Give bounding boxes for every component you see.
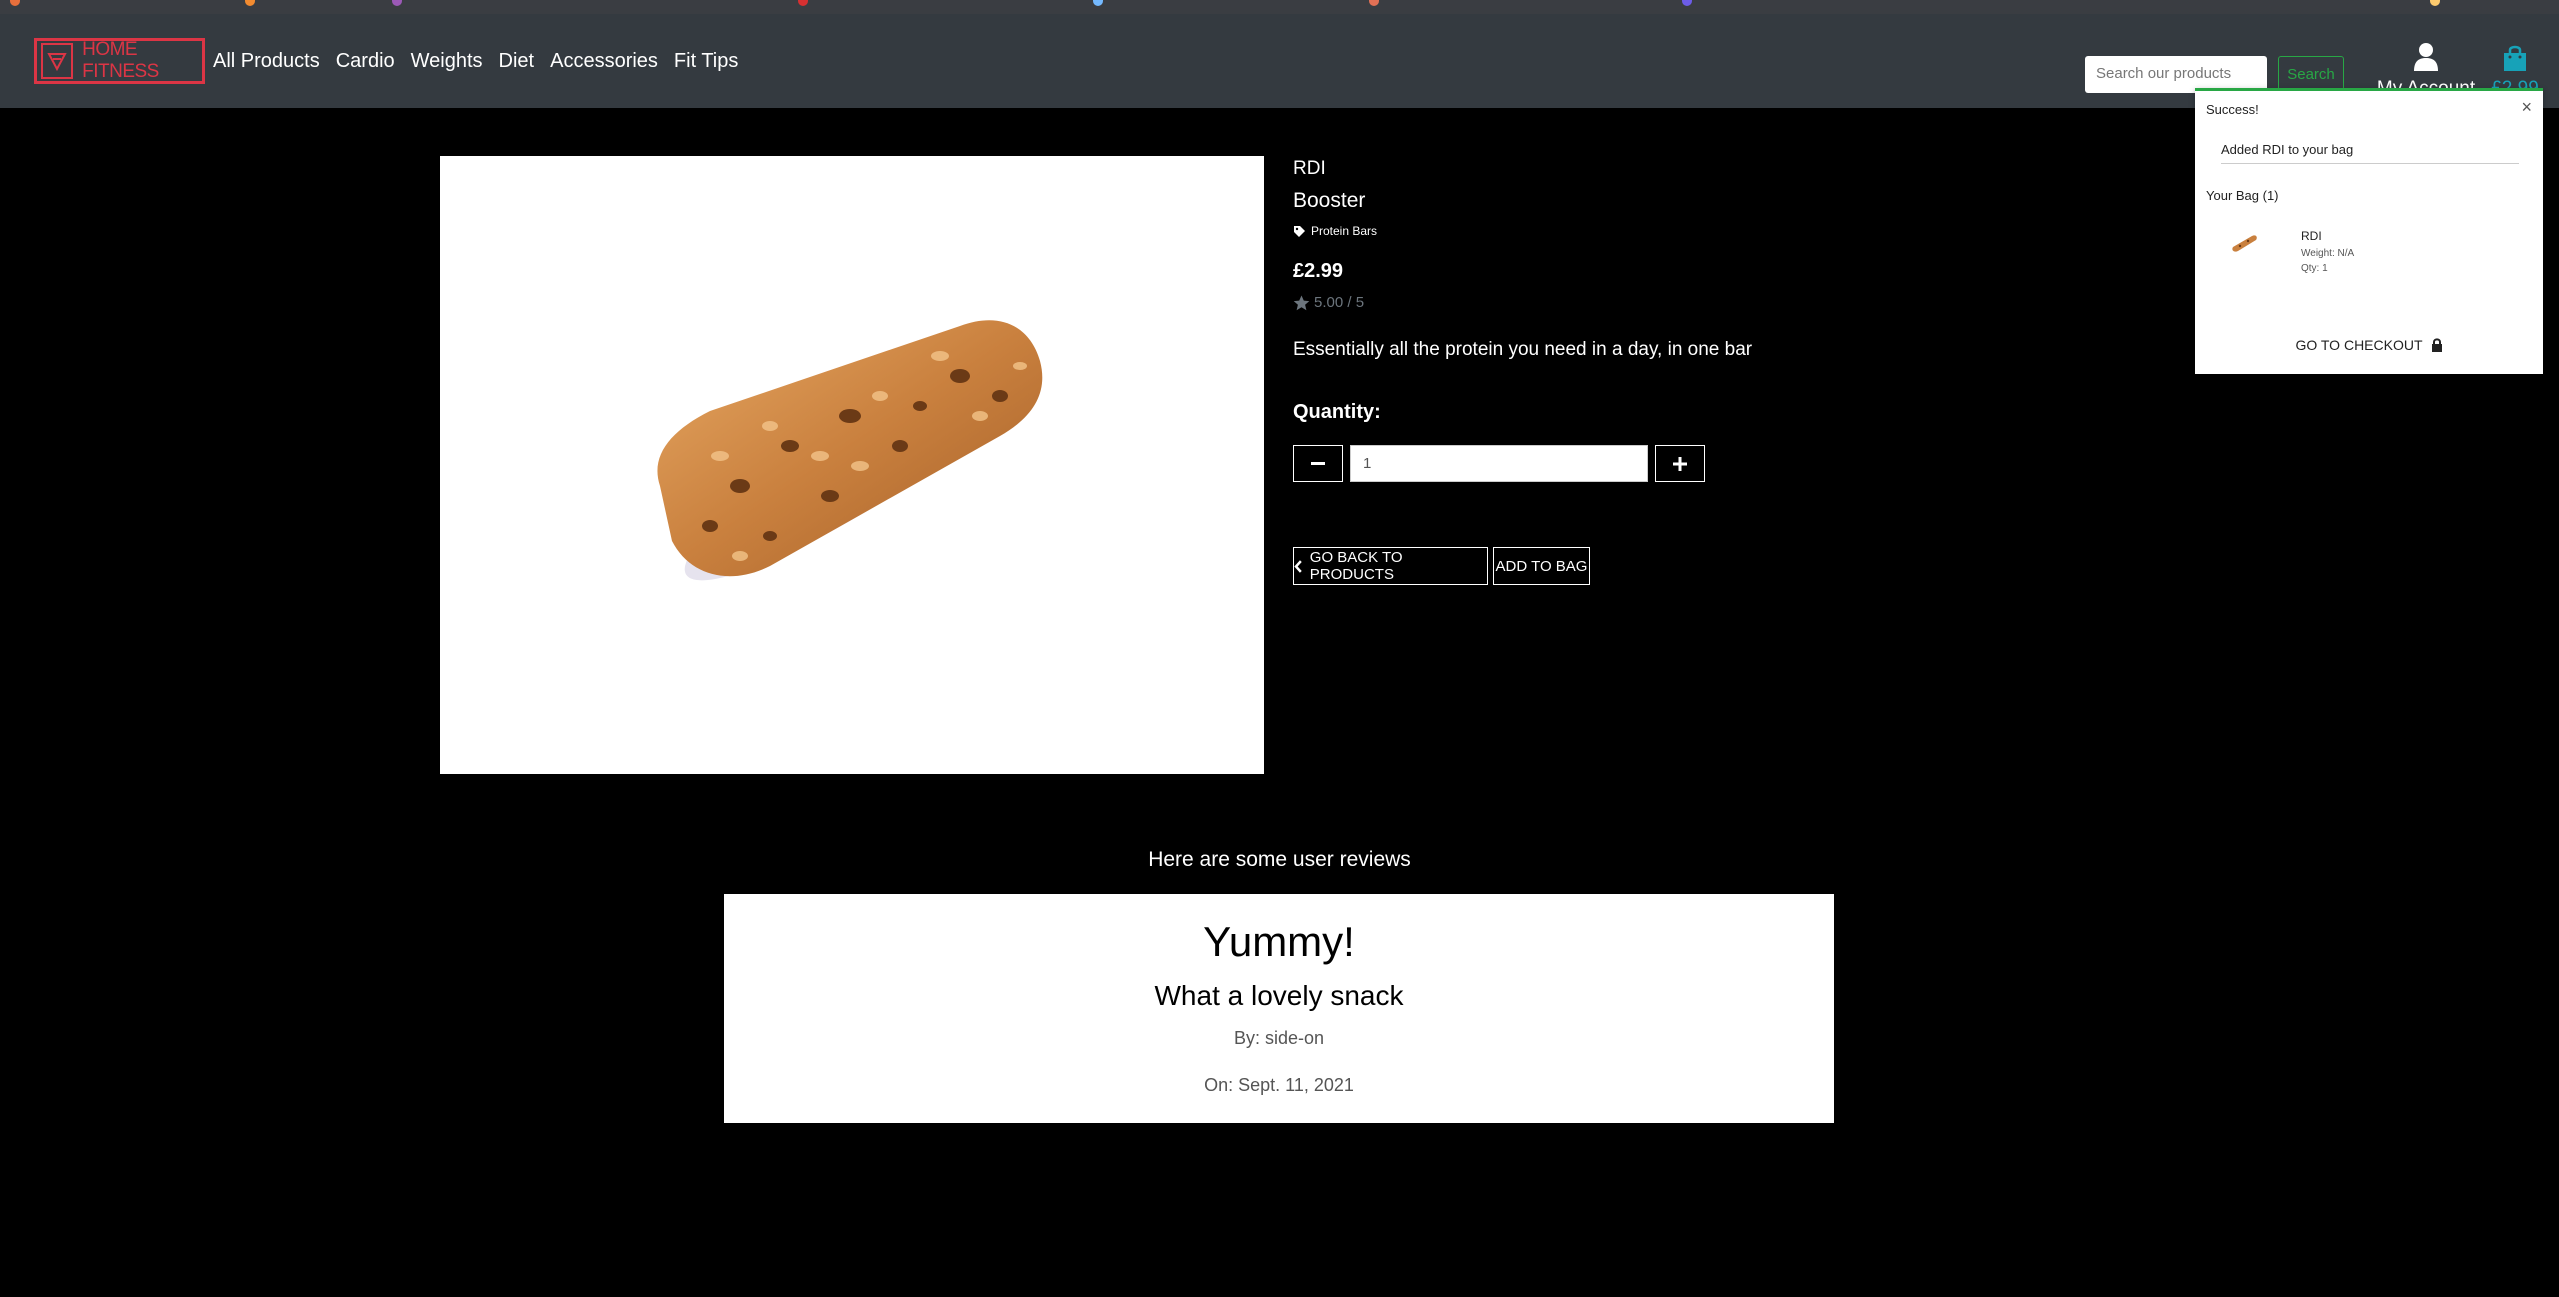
- product-rating: 5.00 / 5: [1293, 294, 1364, 311]
- go-back-label: GO BACK TO PRODUCTS: [1309, 549, 1403, 583]
- main-navbar: HOME FITNESS All Products Cardio Weights…: [0, 14, 2559, 108]
- plus-icon: [1673, 456, 1687, 471]
- nav-all-products[interactable]: All Products: [213, 50, 320, 73]
- chevron-left-icon: [1294, 559, 1302, 573]
- tab-favicon: [2430, 0, 2440, 6]
- go-back-button[interactable]: GO BACK TO PRODUCTS: [1293, 547, 1488, 585]
- toast-title: Success!: [2206, 102, 2259, 117]
- review-author: By: side-on: [1233, 1028, 1325, 1048]
- tab-favicon: [10, 0, 20, 6]
- product-category-label: Protein Bars: [1311, 224, 1378, 238]
- review-body: What a lovely snack: [1154, 980, 1404, 1011]
- brand-name: HOME FITNESS: [82, 39, 159, 82]
- browser-tab-strip: [0, 0, 2559, 14]
- quantity-decrement-button[interactable]: [1293, 445, 1343, 482]
- nav-diet[interactable]: Diet: [499, 50, 535, 73]
- product-description: Essentially all the protein you need in …: [1293, 339, 1753, 360]
- toast-item-weight: Weight: N/A: [2301, 248, 2355, 259]
- product-price: £2.99: [1293, 260, 1344, 282]
- go-to-checkout-button[interactable]: GO TO CHECKOUT: [2195, 337, 2543, 353]
- success-toast: Success! × Added RDI to your bag Your Ba…: [2195, 88, 2543, 374]
- product-brand: RDI: [1293, 158, 1326, 179]
- product-image: [440, 156, 1264, 774]
- checkout-label: GO TO CHECKOUT: [2295, 337, 2423, 353]
- product-category-link[interactable]: Protein Bars: [1293, 224, 1377, 238]
- tab-favicon: [1369, 0, 1379, 6]
- tab-favicon: [1682, 0, 1692, 6]
- toast-item-thumbnail: [2232, 235, 2257, 252]
- product-name: Booster: [1293, 189, 1366, 212]
- quantity-label: Quantity:: [1293, 401, 1381, 423]
- toast-bag-count: Your Bag (1): [2206, 188, 2279, 203]
- review-title: Yummy!: [1203, 918, 1355, 965]
- nav-weights[interactable]: Weights: [411, 50, 483, 73]
- tag-icon: [1294, 225, 1305, 237]
- review-date: On: Sept. 11, 2021: [1204, 1075, 1354, 1095]
- toast-message: Added RDI to your bag: [2221, 142, 2519, 164]
- product-rating-value: 5.00 / 5: [1314, 294, 1365, 311]
- star-icon: [1293, 295, 1310, 310]
- tab-favicon: [392, 0, 402, 6]
- tab-favicon: [1093, 0, 1103, 6]
- nav-cardio[interactable]: Cardio: [336, 50, 395, 73]
- shopping-bag-icon: [2504, 45, 2526, 71]
- brand-logo-icon: [41, 43, 74, 79]
- tab-favicon: [245, 0, 255, 6]
- lock-icon: [2431, 338, 2442, 352]
- reviews-heading: Here are some user reviews: [1148, 848, 1411, 871]
- toast-close-button[interactable]: ×: [2521, 97, 2532, 118]
- quantity-increment-button[interactable]: [1655, 445, 1705, 482]
- nav-fit-tips[interactable]: Fit Tips: [674, 50, 738, 73]
- minus-icon: [1311, 461, 1325, 465]
- tab-favicon: [798, 0, 808, 6]
- nav-accessories[interactable]: Accessories: [550, 50, 658, 73]
- toast-item-name: RDI: [2301, 229, 2322, 243]
- review-card: Yummy! What a lovely snack By: side-on O…: [724, 894, 1834, 1123]
- user-icon: [2414, 43, 2438, 71]
- toast-item-qty: Qty: 1: [2301, 263, 2328, 274]
- quantity-input[interactable]: 1: [1350, 445, 1648, 482]
- protein-bar-illustration: [657, 320, 1043, 581]
- brand-logo-link[interactable]: HOME FITNESS: [34, 38, 205, 84]
- add-to-bag-button[interactable]: ADD TO BAG: [1493, 547, 1590, 585]
- main-nav: All Products Cardio Weights Diet Accesso…: [213, 50, 754, 73]
